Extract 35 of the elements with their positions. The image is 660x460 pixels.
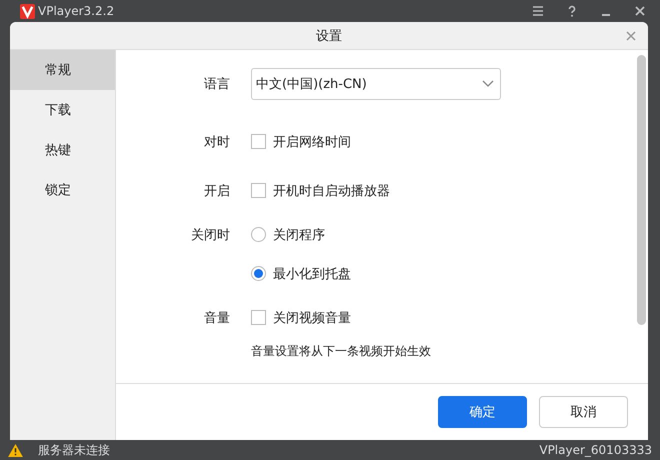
app-title: VPlayer3.2.2 [38, 4, 114, 18]
radio-label[interactable]: 最小化到托盘 [273, 264, 351, 282]
setting-label: 开启 [203, 182, 231, 200]
setting-label: 对时 [203, 134, 231, 150]
sidebar-item[interactable]: 常规 [10, 50, 115, 90]
checkbox[interactable] [251, 310, 266, 325]
checkbox[interactable] [251, 134, 266, 149]
language-dropdown[interactable]: 中文(中国)(zh-CN) [251, 68, 501, 100]
menu-icon[interactable] [532, 5, 544, 17]
checkbox-label[interactable]: 开启网络时间 [273, 132, 351, 150]
help-icon[interactable] [566, 5, 578, 17]
dialog-title: 设置 [316, 28, 342, 44]
setting-label: 音量 [203, 310, 231, 326]
radio-label[interactable]: 关闭程序 [273, 226, 325, 244]
confirm-button[interactable]: 确定 [438, 396, 527, 428]
radio-button[interactable] [251, 227, 266, 242]
checkbox[interactable] [251, 183, 266, 198]
version-text: VPlayer_60103333 [539, 443, 652, 457]
checkbox-label[interactable]: 开机时自启动播放器 [273, 182, 390, 200]
sidebar-item[interactable]: 热键 [10, 130, 115, 170]
setting-label: 关闭时 [191, 228, 230, 242]
scrollbar[interactable] [637, 55, 646, 325]
logo-icon [20, 4, 35, 18]
status-message: 服务器未连接 [38, 442, 110, 458]
sidebar-item[interactable]: 下载 [10, 90, 115, 130]
cancel-button[interactable]: 取消 [539, 396, 628, 428]
setting-label: 语言 [203, 76, 231, 92]
warning-icon [8, 444, 23, 456]
close-icon[interactable] [634, 5, 646, 17]
sidebar-item[interactable]: 锁定 [10, 170, 115, 210]
close-icon[interactable] [626, 31, 636, 41]
chevron-down-icon [482, 80, 494, 88]
hint-text: 音量设置将从下一条视频开始生效 [251, 342, 431, 360]
radio-button[interactable] [251, 266, 266, 281]
checkbox-label[interactable]: 关闭视频音量 [273, 308, 351, 326]
